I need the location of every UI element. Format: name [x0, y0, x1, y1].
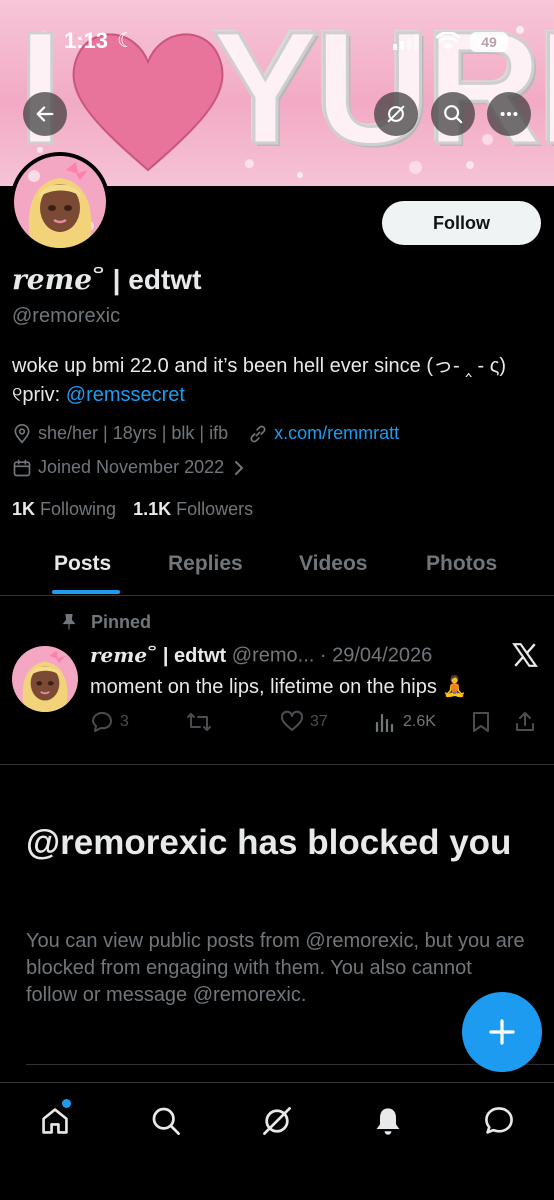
bottom-navigation [0, 1082, 554, 1200]
battery-indicator: 49 [470, 32, 508, 52]
post-author-avatar[interactable] [12, 646, 78, 712]
profile-joined-row[interactable]: Joined November 2022 [12, 457, 252, 478]
profile-bio: woke up bmi 22.0 and it’s been hell ever… [12, 355, 507, 406]
compose-post-button[interactable] [462, 992, 542, 1072]
post-header: remeᄋ | edtwt @remo... · 29/04/2026 [90, 642, 432, 668]
divider [0, 764, 554, 765]
profile-tabs: Posts Replies Videos Photos [0, 540, 554, 596]
tab-photos[interactable]: Photos [426, 552, 497, 576]
nav-grok[interactable] [257, 1101, 297, 1141]
divider [26, 1064, 554, 1065]
wifi-icon [436, 32, 460, 50]
active-tab-indicator [52, 590, 120, 594]
profile-website-link[interactable]: x.com/remmratt [274, 423, 399, 444]
bookmark-button[interactable] [470, 710, 492, 734]
post-date: · 29/04/2026 [319, 644, 433, 667]
nav-search[interactable] [146, 1101, 186, 1141]
grok-icon [387, 105, 405, 123]
search-icon [152, 1107, 180, 1135]
profile-display-name: remeᄋ | edtwt [12, 263, 202, 296]
like-button[interactable]: 37 [280, 710, 328, 734]
calendar-icon [13, 459, 31, 476]
blocked-title: @remorexic has blocked you [26, 823, 512, 862]
more-options-button[interactable] [487, 92, 531, 136]
plus-icon [489, 1019, 515, 1045]
views-icon [375, 713, 394, 733]
share-icon [516, 712, 534, 731]
tab-posts[interactable]: Posts [54, 552, 111, 576]
avatar-image [14, 156, 106, 248]
cellular-signal-icon [393, 34, 418, 50]
share-button[interactable] [514, 710, 536, 734]
profile-location: she/her | 18yrs | blk | ifb [38, 423, 229, 443]
reply-button[interactable]: 3 [90, 710, 129, 734]
post-actions: 3 37 2.6K [90, 710, 540, 738]
nav-messages[interactable] [479, 1101, 519, 1141]
nav-home[interactable] [35, 1099, 75, 1141]
arrow-left-icon [36, 106, 54, 122]
bell-icon [376, 1108, 400, 1135]
profile-joined-date: Joined November 2022 [38, 457, 225, 477]
bio-mention-link[interactable]: @remssecret [66, 384, 185, 406]
status-bar: 1:13 ☾ 49 [0, 0, 554, 80]
nav-notifications[interactable] [368, 1101, 408, 1141]
x-logo-icon[interactable] [512, 643, 538, 667]
following-link[interactable]: 1K Following [12, 499, 116, 519]
tab-replies[interactable]: Replies [168, 552, 243, 576]
views-button[interactable]: 2.6K [373, 710, 436, 734]
post-author-handle: @remo... [231, 644, 315, 667]
location-icon [14, 423, 30, 444]
search-icon [444, 105, 463, 124]
heart-icon [280, 710, 304, 731]
post-text: moment on the lips, lifetime on the hips… [90, 676, 468, 698]
followers-link[interactable]: 1.1K Followers [133, 499, 253, 519]
link-icon [250, 425, 266, 442]
blocked-description: You can view public posts from @remorexi… [26, 930, 525, 1006]
more-icon [500, 111, 518, 117]
home-notification-dot [62, 1099, 71, 1108]
back-button[interactable] [23, 92, 67, 136]
pinned-label: Pinned [62, 612, 151, 633]
avatar-image [12, 646, 78, 712]
status-time: 1:13 [64, 28, 109, 53]
grok-button[interactable] [374, 92, 418, 136]
follow-button[interactable]: Follow [382, 201, 541, 245]
pin-icon [62, 613, 76, 630]
profile-stats: 1K Following 1.1K Followers [12, 499, 253, 520]
repost-button[interactable] [186, 710, 212, 734]
profile-handle: @remorexic [12, 305, 121, 327]
home-icon [42, 1108, 68, 1134]
message-icon [485, 1107, 513, 1134]
moon-icon: ☾ [117, 30, 135, 52]
repost-icon [187, 713, 211, 731]
profile-meta-row: she/her | 18yrs | blk | ifb x.com/remmra… [12, 423, 399, 444]
post-author-name[interactable]: remeᄋ | edtwt [90, 643, 226, 667]
grok-icon [263, 1107, 291, 1135]
chevron-right-icon [235, 460, 244, 475]
bookmark-icon [473, 712, 489, 732]
search-button[interactable] [431, 92, 475, 136]
tab-videos[interactable]: Videos [299, 552, 367, 576]
profile-avatar[interactable] [10, 152, 110, 252]
reply-icon [92, 712, 112, 732]
